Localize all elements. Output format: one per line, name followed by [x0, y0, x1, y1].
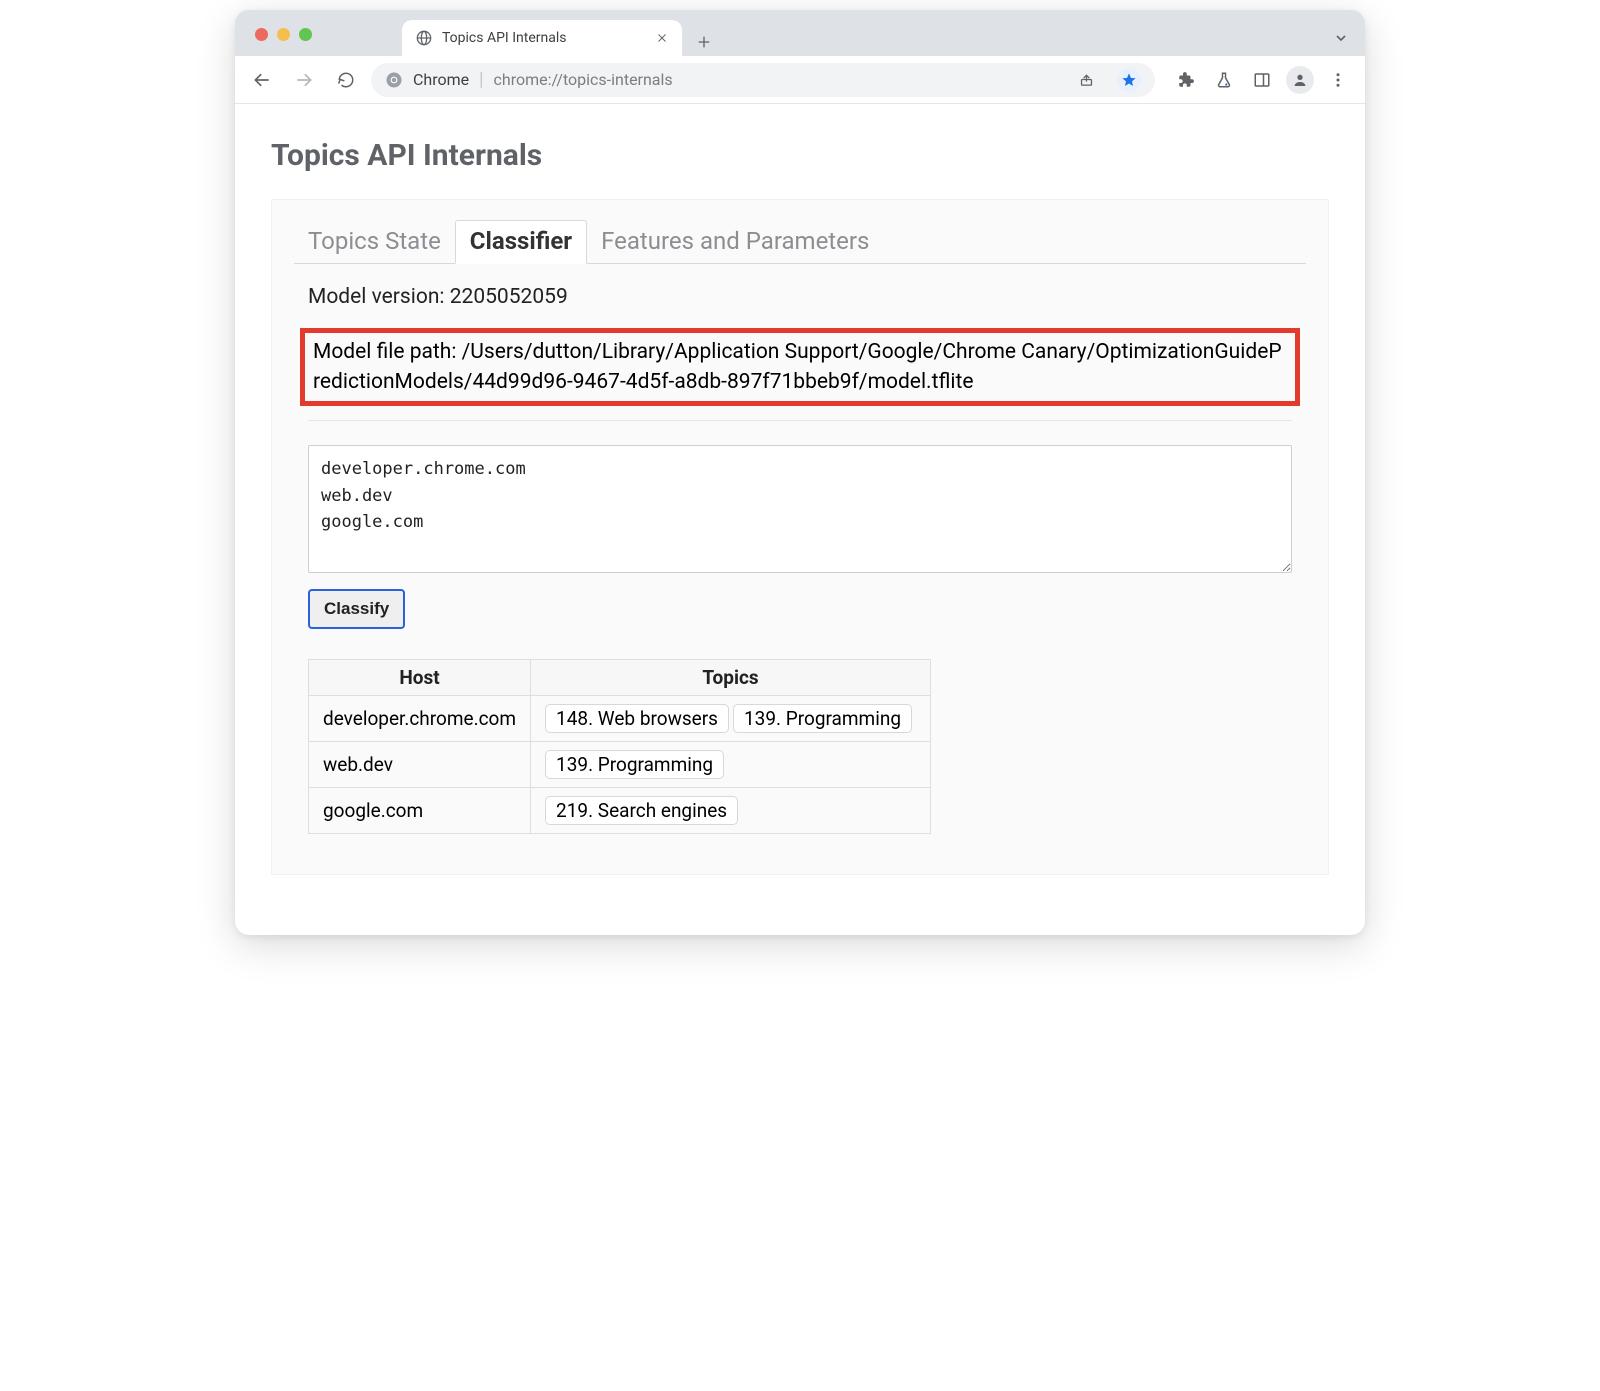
labs-button[interactable]	[1207, 63, 1241, 97]
extensions-button[interactable]	[1169, 63, 1203, 97]
forward-button	[287, 63, 321, 97]
model-path-highlight: Model file path: /Users/dutton/Library/A…	[300, 328, 1300, 407]
reload-button[interactable]	[329, 63, 363, 97]
omnibox[interactable]: Chrome | chrome://topics-internals	[371, 63, 1155, 97]
table-header-host: Host	[309, 660, 531, 696]
omnibox-source-label: Chrome	[413, 70, 469, 89]
window-controls	[255, 28, 312, 41]
omnibox-url: chrome://topics-internals	[494, 70, 673, 89]
tab-title: Topics API Internals	[442, 30, 566, 46]
table-header-row: Host Topics	[309, 660, 931, 696]
close-icon[interactable]	[656, 32, 668, 44]
window-close-button[interactable]	[255, 28, 268, 41]
table-cell-topics: 219. Search engines	[531, 788, 931, 834]
page-title: Topics API Internals	[271, 138, 1329, 173]
topic-chip: 139. Programming	[733, 704, 912, 733]
model-path-label: Model file path:	[313, 340, 462, 364]
window-maximize-button[interactable]	[299, 28, 312, 41]
profile-button[interactable]	[1283, 63, 1317, 97]
topic-chip: 139. Programming	[545, 750, 724, 779]
table-row: google.com 219. Search engines	[309, 788, 931, 834]
bookmark-star-icon[interactable]	[1117, 68, 1141, 92]
table-cell-topics: 148. Web browsers139. Programming	[531, 696, 931, 742]
avatar-icon	[1286, 66, 1314, 94]
panel: Topics State Classifier Features and Par…	[271, 199, 1329, 875]
model-version-label: Model version:	[308, 285, 450, 309]
browser-window: Topics API Internals Chrome | c	[235, 10, 1365, 935]
table-cell-host: web.dev	[309, 742, 531, 788]
tab-classifier[interactable]: Classifier	[455, 220, 587, 264]
table-cell-host: google.com	[309, 788, 531, 834]
globe-icon	[416, 30, 432, 46]
hosts-input[interactable]	[308, 445, 1292, 573]
divider	[308, 420, 1292, 421]
page-content: Topics API Internals Topics State Classi…	[235, 104, 1365, 935]
back-button[interactable]	[245, 63, 279, 97]
tab-strip: Topics API Internals	[235, 10, 1365, 56]
tabs-dropdown-button[interactable]	[1333, 30, 1349, 46]
model-version-line: Model version: 2205052059	[308, 282, 1292, 314]
table-cell-topics: 139. Programming	[531, 742, 931, 788]
browser-tab-active[interactable]: Topics API Internals	[402, 20, 682, 56]
topic-chip: 219. Search engines	[545, 796, 738, 825]
side-panel-button[interactable]	[1245, 63, 1279, 97]
classify-button[interactable]: Classify	[308, 589, 405, 629]
new-tab-button[interactable]	[682, 34, 726, 56]
tab-features-parameters[interactable]: Features and Parameters	[587, 221, 883, 263]
browser-toolbar: Chrome | chrome://topics-internals	[235, 56, 1365, 104]
share-icon[interactable]	[1069, 63, 1103, 97]
table-row: developer.chrome.com148. Web browsers139…	[309, 696, 931, 742]
chrome-icon	[385, 71, 403, 89]
results-table: Host Topics developer.chrome.com148. Web…	[308, 659, 931, 834]
page-tabs: Topics State Classifier Features and Par…	[294, 220, 1306, 264]
table-row: web.dev 139. Programming	[309, 742, 931, 788]
table-header-topics: Topics	[531, 660, 931, 696]
model-version-value: 2205052059	[450, 285, 568, 309]
topic-chip: 148. Web browsers	[545, 704, 729, 733]
omnibox-divider: |	[479, 69, 483, 90]
table-cell-host: developer.chrome.com	[309, 696, 531, 742]
tab-topics-state[interactable]: Topics State	[294, 221, 455, 263]
window-minimize-button[interactable]	[277, 28, 290, 41]
menu-button[interactable]	[1321, 63, 1355, 97]
